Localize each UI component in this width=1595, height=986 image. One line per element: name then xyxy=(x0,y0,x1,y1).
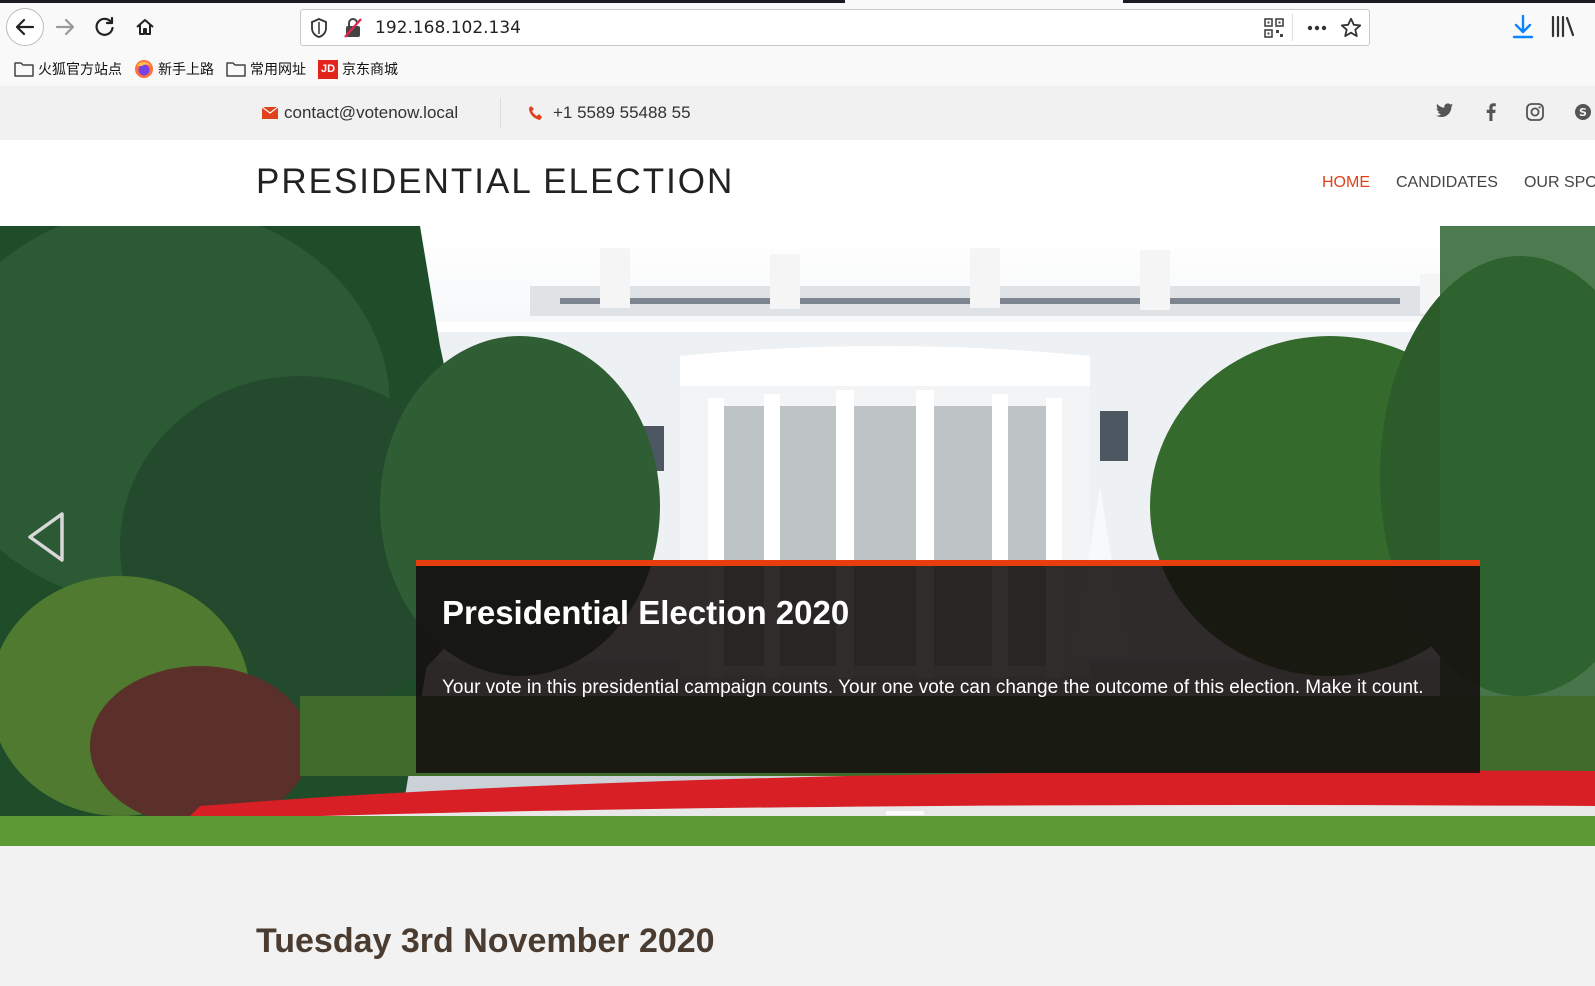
home-button[interactable] xyxy=(126,8,164,46)
twitter-icon[interactable] xyxy=(1436,103,1454,124)
reload-button[interactable] xyxy=(86,8,124,46)
arrow-left-icon xyxy=(15,18,35,36)
active-tab[interactable] xyxy=(845,0,1123,3)
insecure-lock-icon[interactable] xyxy=(343,17,363,43)
bookmark-item[interactable]: 火狐官方站点 xyxy=(14,59,122,79)
library-icon[interactable] xyxy=(1550,14,1576,44)
svg-text:S: S xyxy=(1579,106,1587,119)
site-header: PRESIDENTIAL ELECTION HOME CANDIDATES OU… xyxy=(0,140,1595,226)
triangle-left-icon xyxy=(28,512,64,562)
instagram-icon[interactable] xyxy=(1526,103,1544,126)
phone-text[interactable]: +1 5589 55488 55 xyxy=(553,103,691,123)
forward-button[interactable] xyxy=(46,8,84,46)
site-logo[interactable]: PRESIDENTIAL ELECTION xyxy=(256,162,734,202)
folder-icon xyxy=(14,62,34,77)
web-page: contact@votenow.local +1 5589 55488 55 S… xyxy=(0,86,1595,986)
skype-icon[interactable]: S xyxy=(1574,103,1592,126)
phone-icon xyxy=(529,106,542,120)
bookmark-item[interactable]: 新手上路 xyxy=(134,59,214,79)
bookmark-label: 京东商城 xyxy=(342,62,398,78)
qr-code-icon[interactable] xyxy=(1263,17,1285,43)
nav-home[interactable]: HOME xyxy=(1322,174,1370,192)
shield-icon[interactable] xyxy=(309,17,329,43)
main-nav: HOME CANDIDATES OUR SPONSORS xyxy=(1322,174,1595,192)
contact-email[interactable]: contact@votenow.local xyxy=(262,103,458,123)
firefox-icon xyxy=(135,60,153,78)
hero-title: Presidential Election 2020 xyxy=(442,594,850,631)
facebook-icon[interactable] xyxy=(1486,103,1496,126)
bookmark-label: 火狐官方站点 xyxy=(38,62,122,78)
download-icon[interactable] xyxy=(1511,14,1535,44)
url-bar[interactable]: 192.168.102.134 xyxy=(300,9,1370,46)
url-bar-divider xyxy=(1292,14,1293,41)
bookmark-label: 常用网址 xyxy=(250,62,306,78)
nav-candidates[interactable]: CANDIDATES xyxy=(1396,174,1498,192)
envelope-icon xyxy=(262,107,278,119)
contact-phone[interactable]: +1 5589 55488 55 xyxy=(528,103,691,123)
hero-caption: Presidential Election 2020 Your vote in … xyxy=(416,560,1480,773)
election-date-heading: Tuesday 3rd November 2020 xyxy=(256,922,715,960)
url-text[interactable]: 192.168.102.134 xyxy=(375,18,521,38)
folder-icon xyxy=(226,62,246,77)
reload-icon xyxy=(95,16,114,36)
hero-text: Your vote in this presidential campaign … xyxy=(442,677,1424,698)
arrow-right-icon xyxy=(55,18,75,36)
tab-strip xyxy=(0,0,1595,3)
browser-toolbar: 192.168.102.134 火狐官方站点 新手上路 常用网址 JD 京东商城 xyxy=(0,0,1595,86)
back-button[interactable] xyxy=(6,8,44,46)
nav-sponsors[interactable]: OUR SPONSORS xyxy=(1524,174,1595,192)
more-actions-icon[interactable] xyxy=(1305,16,1329,44)
bookmark-item[interactable]: 常用网址 xyxy=(226,59,306,79)
carousel-prev-button[interactable] xyxy=(26,511,66,567)
bookmark-label: 新手上路 xyxy=(158,62,214,78)
contact-topbar: contact@votenow.local +1 5589 55488 55 S xyxy=(0,86,1595,140)
hero-carousel: Presidential Election 2020 Your vote in … xyxy=(0,226,1595,846)
carousel-indicator[interactable] xyxy=(886,811,924,815)
bookmark-item[interactable]: JD 京东商城 xyxy=(318,59,398,79)
bookmarks-bar: 火狐官方站点 新手上路 常用网址 JD 京东商城 xyxy=(14,57,410,81)
home-icon xyxy=(136,19,154,35)
jd-icon: JD xyxy=(318,59,338,79)
bookmark-star-icon[interactable] xyxy=(1339,16,1363,44)
topbar-divider xyxy=(500,98,501,128)
email-text[interactable]: contact@votenow.local xyxy=(284,103,458,123)
